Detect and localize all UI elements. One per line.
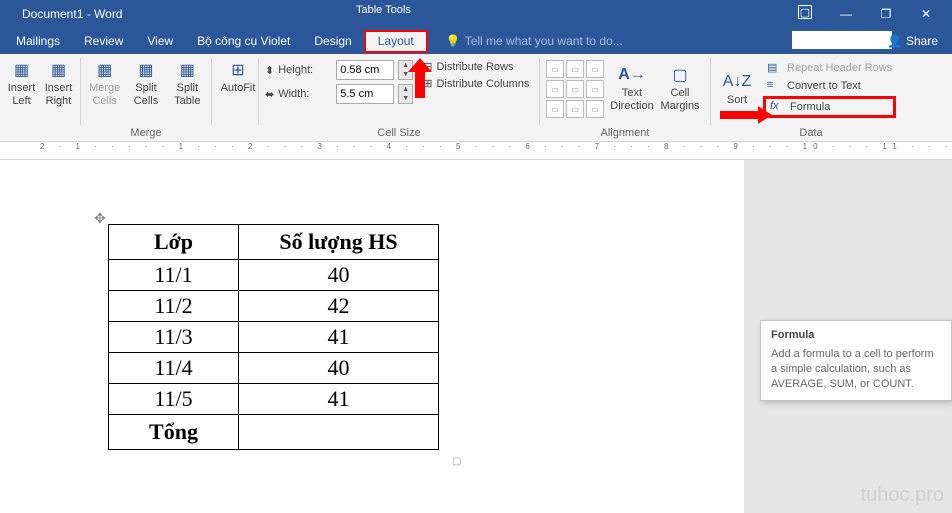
cell-margins-button[interactable]: ▢ Cell Margins [660, 56, 700, 118]
width-input[interactable] [336, 84, 394, 104]
repeat-header-icon: ▤ [767, 61, 781, 75]
merge-group-label: Merge [81, 127, 211, 139]
split-cells-icon: ▦ [136, 60, 156, 80]
table-move-handle-icon[interactable]: ✥ [94, 210, 106, 227]
convert-text-icon: ≡ [767, 79, 781, 93]
tabs-bar: Mailings Review View Bộ công cụ Violet D… [0, 28, 952, 54]
annotation-arrow-right-icon [720, 106, 776, 126]
width-label: Width: [278, 88, 332, 100]
watermark: tuhoc.pro [861, 484, 944, 507]
table-cell[interactable]: 40 [239, 353, 439, 384]
merge-cells-button[interactable]: ▦ Merge Cells [87, 56, 122, 108]
tab-layout[interactable]: Layout [364, 30, 428, 53]
tab-review[interactable]: Review [72, 28, 135, 54]
page[interactable]: ✥ Lớp Số lượng HS 11/140 11/242 11/341 1… [0, 160, 744, 513]
split-table-button[interactable]: ▦ Split Table [170, 56, 205, 108]
distribute-columns-button[interactable]: ⊞ Distribute Columns [423, 77, 529, 90]
table-cell[interactable]: 42 [239, 291, 439, 322]
split-cells-button[interactable]: ▦ Split Cells [128, 56, 163, 108]
tab-violet[interactable]: Bộ công cụ Violet [185, 28, 302, 54]
alignment-group-label: Alignment [540, 127, 710, 139]
restore-icon[interactable]: ❐ [866, 0, 906, 28]
ribbon-display-options-icon[interactable]: ▢ [798, 5, 812, 19]
cellsize-group-label: Cell Size [259, 127, 539, 139]
cell-margins-icon: ▢ [670, 65, 690, 85]
table-header[interactable]: Số lượng HS [239, 225, 439, 260]
autofit-icon: ⊞ [228, 60, 248, 80]
document-title: Document1 - Word [0, 7, 122, 21]
table-cell[interactable]: Tổng [109, 415, 239, 450]
height-label: Height: [278, 64, 332, 76]
table-cell[interactable]: 11/2 [109, 291, 239, 322]
width-icon: ⬌ [265, 88, 274, 101]
insert-right-icon: ▦ [49, 60, 69, 80]
table-cell[interactable]: 40 [239, 260, 439, 291]
title-bar: Document1 - Word Table Tools ▢ — ❐ ✕ [0, 0, 952, 28]
alignment-grid[interactable]: ▭▭▭ ▭▭▭ ▭▭▭ [546, 56, 604, 118]
table-resize-handle-icon[interactable]: ▢ [452, 456, 461, 467]
table-cell[interactable]: 41 [239, 384, 439, 415]
table-tools-label: Table Tools [356, 4, 411, 16]
split-table-icon: ▦ [177, 60, 197, 80]
formula-button[interactable]: fx Formula [763, 96, 896, 118]
horizontal-ruler[interactable]: 2 · 1 · · · · · 1 · · · 2 · · · 3 · · · … [0, 142, 952, 160]
table-cell[interactable]: 11/5 [109, 384, 239, 415]
data-group-label: Data [711, 127, 911, 139]
height-icon: ⬍ [265, 64, 274, 77]
tab-design[interactable]: Design [302, 28, 363, 54]
table-cell[interactable]: 11/3 [109, 322, 239, 353]
distribute-rows-button[interactable]: ⊟ Distribute Rows [423, 60, 529, 73]
tab-view[interactable]: View [135, 28, 185, 54]
lightbulb-icon: 💡 [446, 34, 461, 48]
sort-icon: A↓Z [727, 72, 747, 92]
share-icon: 👤 [887, 34, 902, 48]
insert-left-icon: ▦ [12, 60, 32, 80]
insert-left-button[interactable]: ▦ Insert Left [6, 56, 37, 108]
convert-to-text-button[interactable]: ≡ Convert to Text [763, 78, 896, 94]
ribbon: ▦ Insert Left ▦ Insert Right ▦ Merge Cel… [0, 54, 952, 142]
share-button[interactable]: 👤 Share [879, 28, 946, 54]
document-area: ✥ Lớp Số lượng HS 11/140 11/242 11/341 1… [0, 160, 952, 513]
repeat-header-rows-button[interactable]: ▤ Repeat Header Rows [763, 60, 896, 76]
table-header[interactable]: Lớp [109, 225, 239, 260]
merge-cells-icon: ▦ [95, 60, 115, 80]
table-cell[interactable]: 11/1 [109, 260, 239, 291]
autofit-button[interactable]: ⊞ AutoFit [218, 56, 258, 95]
height-input[interactable] [336, 60, 394, 80]
signin-box[interactable] [792, 31, 892, 49]
close-icon[interactable]: ✕ [906, 0, 946, 28]
formula-screentip: Formula Add a formula to a cell to perfo… [760, 320, 952, 401]
table-cell[interactable] [239, 415, 439, 450]
table-cell[interactable]: 41 [239, 322, 439, 353]
tell-me-search[interactable]: 💡 Tell me what you want to do... [446, 34, 623, 48]
minimize-icon[interactable]: — [826, 0, 866, 28]
annotation-arrow-up-icon [408, 58, 432, 100]
word-table[interactable]: Lớp Số lượng HS 11/140 11/242 11/341 11/… [108, 224, 439, 450]
screentip-body: Add a formula to a cell to perform a sim… [771, 347, 941, 392]
tab-mailings[interactable]: Mailings [4, 28, 72, 54]
table-cell[interactable]: 11/4 [109, 353, 239, 384]
text-direction-icon: A→ [622, 65, 642, 85]
insert-right-button[interactable]: ▦ Insert Right [43, 56, 74, 108]
text-direction-button[interactable]: A→ Text Direction [612, 56, 652, 118]
screentip-title: Formula [771, 329, 941, 341]
